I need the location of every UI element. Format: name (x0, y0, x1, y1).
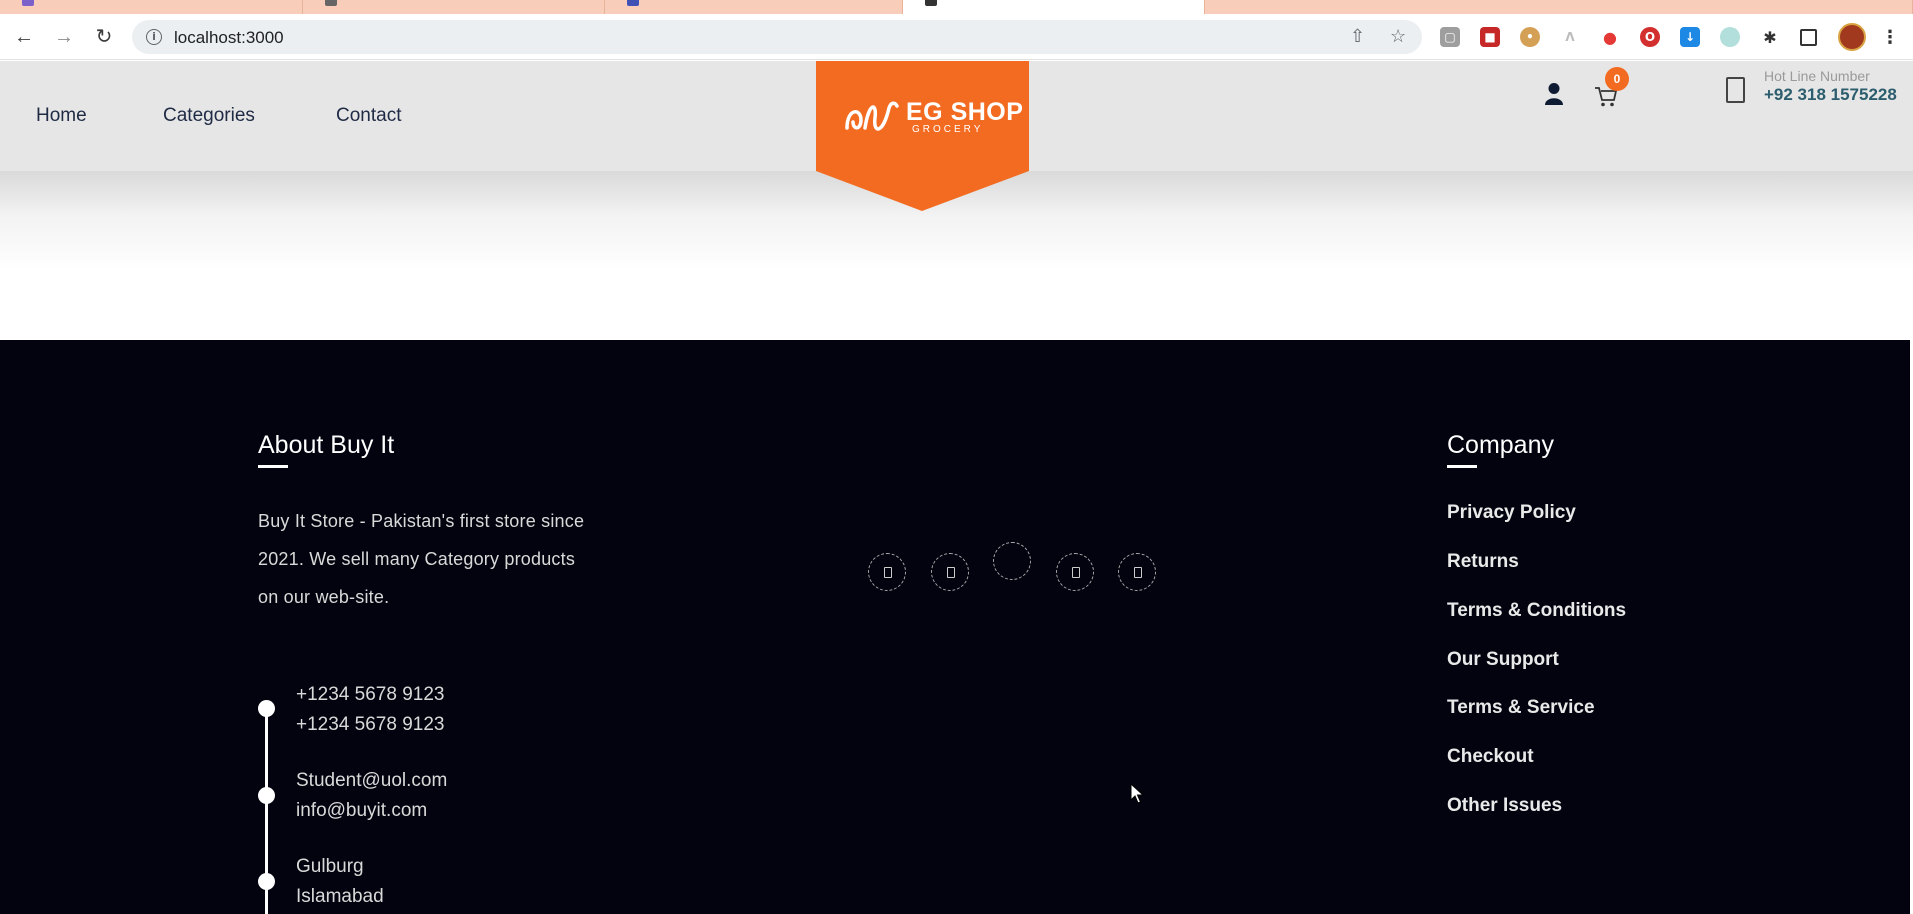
contact-phone[interactable]: +1234 5678 9123 (296, 684, 444, 706)
heading-underline (258, 465, 288, 468)
address-url[interactable]: localhost:3000 (174, 28, 284, 48)
address-bar[interactable]: i localhost:3000 ⇧ ☆ (132, 20, 1422, 54)
tab-favicon (925, 0, 937, 6)
browser-toolbar: ← → ↻ i localhost:3000 ⇧ ☆ ▢ ■ • Λ ● O ↓… (0, 14, 1913, 60)
footer-link-other-issues[interactable]: Other Issues (1447, 795, 1562, 817)
contact-address: Islamabad (296, 886, 384, 907)
cart-count-badge: 0 (1605, 67, 1629, 91)
footer-link-checkout[interactable]: Checkout (1447, 746, 1534, 768)
user-icon[interactable] (1544, 82, 1564, 106)
lock-extension-icon[interactable]: ● (1600, 27, 1620, 47)
logo-subtitle: GROCERY (912, 124, 984, 135)
info-icon[interactable]: i (146, 29, 162, 45)
sidepanel-icon[interactable] (1800, 29, 1817, 46)
logo-title: EG SHOP (906, 98, 1024, 126)
back-icon[interactable]: ← (10, 23, 38, 51)
company-heading: Company (1447, 431, 1554, 459)
avatar[interactable] (1838, 23, 1866, 51)
cookie-extension-icon[interactable]: • (1520, 27, 1540, 47)
tab-favicon (627, 0, 639, 6)
footer (0, 340, 1910, 914)
extension-icon[interactable]: Λ (1560, 27, 1580, 47)
contact-address: Gulburg (296, 856, 364, 877)
social-icon[interactable] (931, 553, 969, 591)
logo-mark-icon (845, 101, 899, 131)
timeline-dot (258, 700, 275, 717)
star-icon[interactable]: ☆ (1390, 27, 1406, 45)
browser-tab[interactable] (605, 0, 903, 14)
tab-favicon (22, 0, 34, 6)
hotline-label: Hot Line Number (1764, 68, 1870, 84)
mouse-cursor-icon (1130, 783, 1144, 804)
hotline-number[interactable]: +92 318 1575228 (1764, 85, 1897, 105)
social-icon[interactable] (868, 553, 906, 591)
reload-icon[interactable]: ↻ (90, 23, 118, 51)
download-extension-icon[interactable]: ↓ (1680, 27, 1700, 47)
browser-tabstrip (0, 0, 1913, 14)
footer-link-terms-conditions[interactable]: Terms & Conditions (1447, 600, 1626, 622)
forward-icon[interactable]: → (50, 23, 78, 51)
contact-email[interactable]: info@buyit.com (296, 800, 427, 822)
social-icon[interactable] (1056, 553, 1094, 591)
extensions-icon[interactable]: ✱ (1760, 27, 1780, 47)
browser-tab[interactable] (1205, 0, 1913, 14)
footer-link-our-support[interactable]: Our Support (1447, 649, 1559, 671)
about-description: Buy It Store - Pakistan's first store si… (258, 511, 585, 607)
extension-icon[interactable] (1720, 27, 1740, 47)
timeline-dot (258, 787, 275, 804)
share-icon[interactable]: ⇧ (1350, 27, 1365, 45)
browser-tab-active[interactable] (903, 0, 1205, 14)
browser-tab[interactable] (303, 0, 605, 14)
nav-contact[interactable]: Contact (336, 105, 401, 127)
menu-icon[interactable]: ⋮ (1880, 27, 1900, 48)
tab-favicon (325, 0, 337, 6)
nav-home[interactable]: Home (36, 105, 87, 127)
extension-icon[interactable]: ■ (1480, 27, 1500, 47)
contact-email[interactable]: Student@uol.com (296, 770, 447, 792)
heading-underline (1447, 465, 1477, 468)
phone-icon (1726, 77, 1745, 103)
extension-icon[interactable]: ▢ (1440, 27, 1460, 47)
browser-tab[interactable] (0, 0, 303, 14)
contact-phone[interactable]: +1234 5678 9123 (296, 714, 444, 736)
social-icon[interactable] (993, 542, 1031, 580)
footer-link-privacy-policy[interactable]: Privacy Policy (1447, 502, 1576, 524)
footer-link-returns[interactable]: Returns (1447, 551, 1519, 573)
timeline-dot (258, 873, 275, 890)
about-heading: About Buy It (258, 431, 395, 459)
social-icon[interactable] (1118, 553, 1156, 591)
opera-extension-icon[interactable]: O (1640, 27, 1660, 47)
footer-link-terms-service[interactable]: Terms & Service (1447, 697, 1595, 719)
nav-categories[interactable]: Categories (163, 105, 255, 127)
